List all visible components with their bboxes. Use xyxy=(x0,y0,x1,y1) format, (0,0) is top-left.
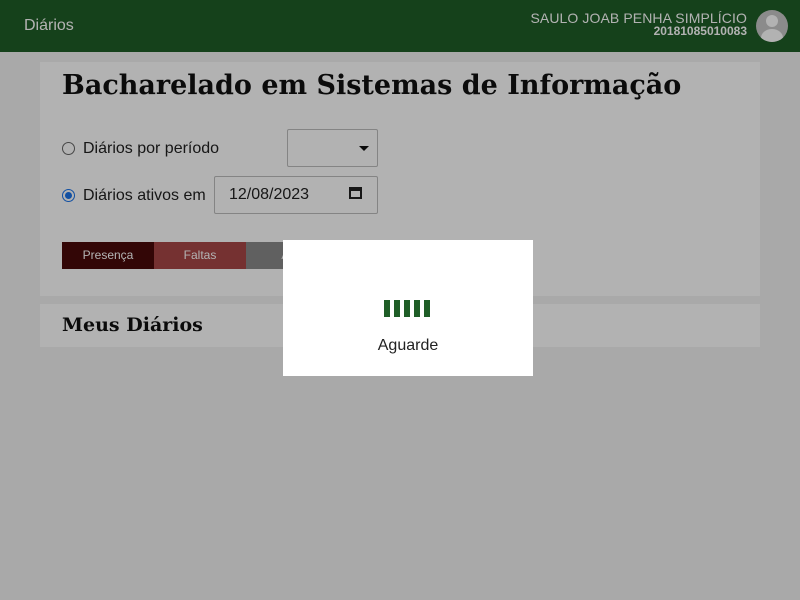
loader-bar xyxy=(394,300,400,317)
loading-spinner-icon xyxy=(384,300,432,317)
loading-dialog: Aguarde xyxy=(283,240,533,376)
loader-bar xyxy=(384,300,390,317)
loader-bar xyxy=(404,300,410,317)
loader-bar xyxy=(424,300,430,317)
loading-message: Aguarde xyxy=(377,337,439,354)
loader-bar xyxy=(414,300,420,317)
